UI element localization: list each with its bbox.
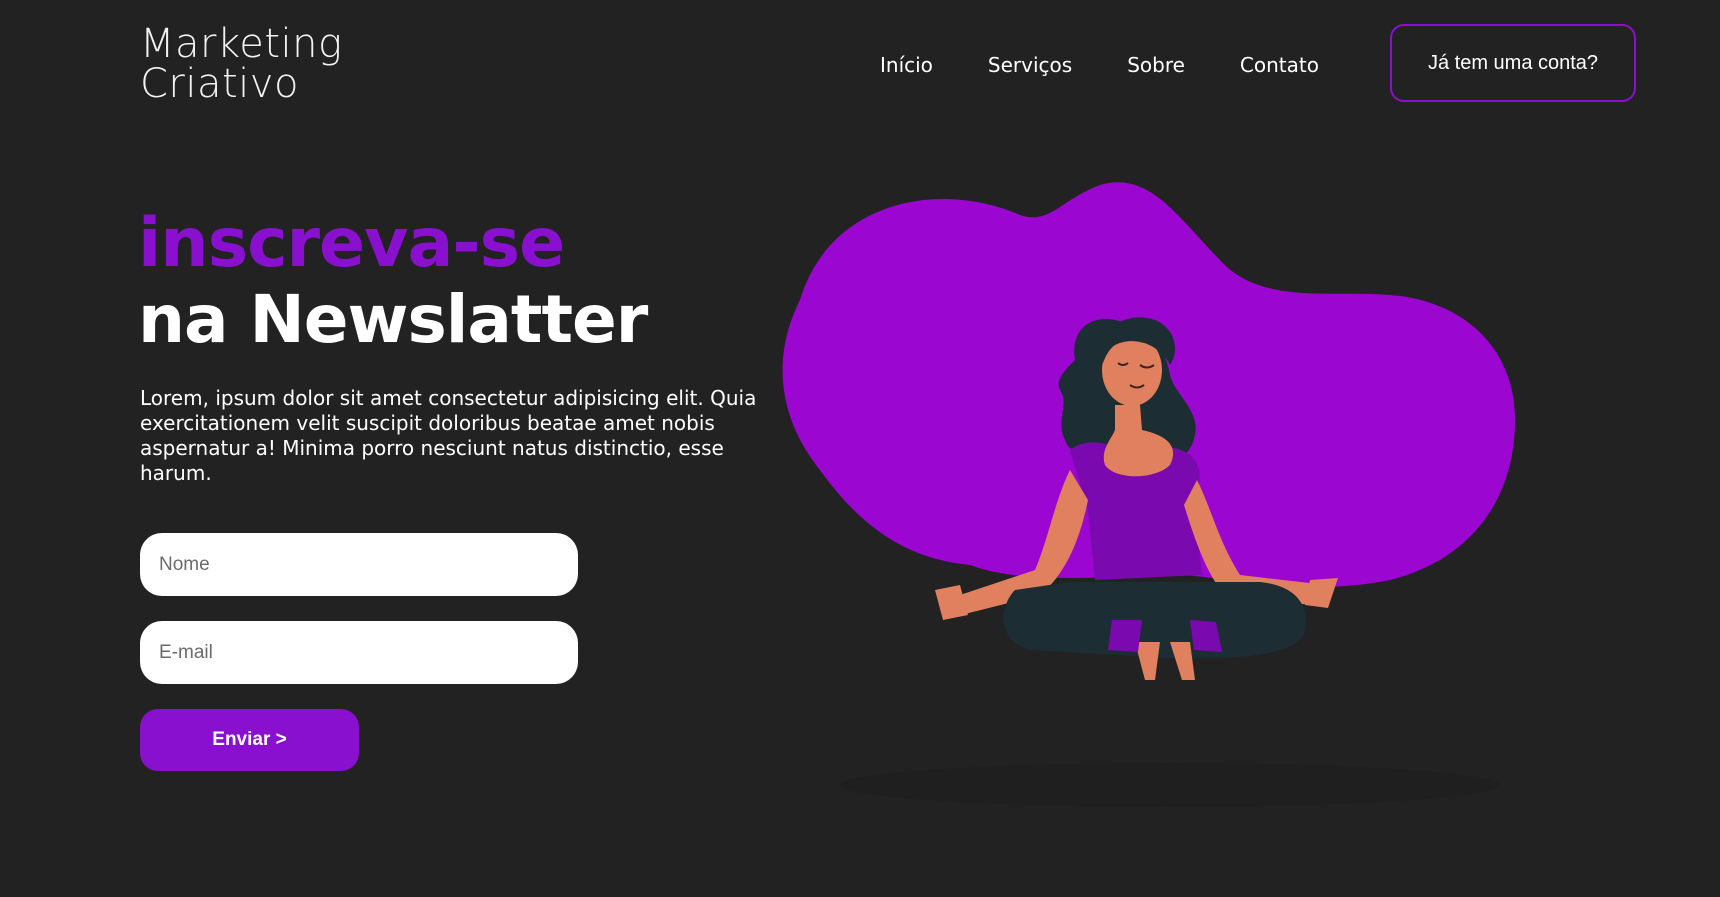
nav-link-sobre[interactable]: Sobre [1127,53,1185,77]
login-button[interactable]: Já tem uma conta? [1390,24,1636,102]
nav-link-inicio[interactable]: Início [880,53,933,77]
logo-line-1: Marketing [140,21,343,67]
hero-title: na Newslatter [138,281,648,358]
left-foot [1135,642,1160,680]
nav-link-contato[interactable]: Contato [1240,53,1319,77]
pant-cuff-left [1108,620,1142,652]
left-hand [935,585,968,620]
hero-title-accent: inscreva-se [138,204,565,283]
right-hand [1305,578,1338,608]
send-button[interactable]: Enviar > [140,709,359,771]
nav-link-servicos[interactable]: Serviços [988,53,1072,77]
floor-shadow [840,763,1500,807]
main-nav: Início Serviços Sobre Contato [880,24,1374,105]
email-input[interactable] [140,621,578,684]
logo-line-2: Criativo [140,61,299,107]
meditating-woman-illustration [782,182,1515,807]
page: Marketing Criativo Início Serviços Sobre… [0,0,1720,897]
hero-description: Lorem, ipsum dolor sit amet consectetur … [140,386,757,485]
logo[interactable]: Marketing Criativo [140,24,342,104]
name-input[interactable] [140,533,578,596]
